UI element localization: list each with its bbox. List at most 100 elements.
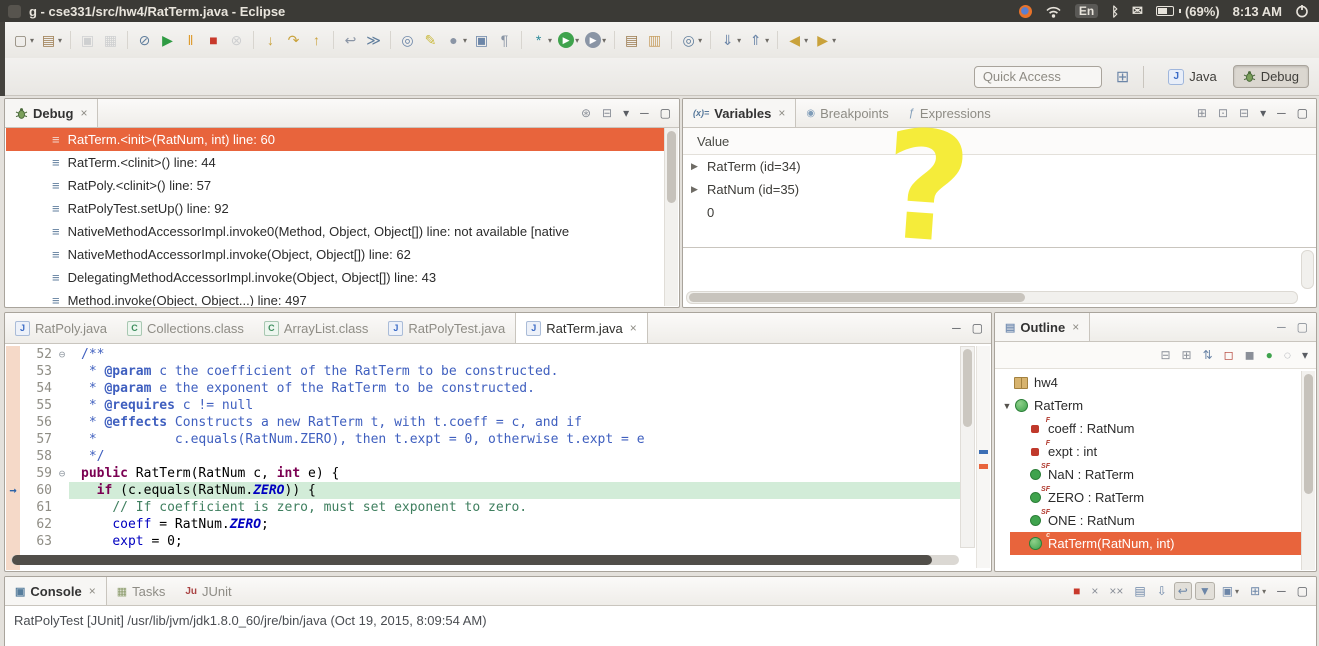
tab-debug[interactable]: Debug ×	[5, 99, 99, 127]
code-line[interactable]: → 60 if (c.equals(RatNum.ZERO)) {	[6, 482, 960, 499]
show-logical-structure-button[interactable]: ⊡	[1214, 104, 1232, 122]
marker-bar[interactable]	[6, 380, 20, 397]
outline-item[interactable]: coeff : RatNum	[996, 417, 1302, 440]
stack-frame[interactable]: ≡ Method.invoke(Object, Object...) line: …	[6, 289, 665, 306]
marker-bar[interactable]	[6, 533, 20, 550]
marker-bar[interactable]	[6, 448, 20, 465]
overview-marker-orange[interactable]	[979, 464, 988, 469]
variable-row[interactable]: 0	[683, 201, 1316, 224]
editor-tab-collections-class[interactable]: C Collections.class	[117, 313, 254, 343]
outline-item[interactable]: expt : int	[996, 440, 1302, 463]
minimize-button[interactable]: ─	[1273, 582, 1290, 600]
terminate-button[interactable]: ■	[1069, 582, 1084, 600]
code-line[interactable]: 52 ⊖ /**	[6, 346, 960, 363]
quick-access-input[interactable]: Quick Access	[973, 65, 1102, 88]
close-icon[interactable]: ×	[89, 584, 96, 598]
debug-scrollbar[interactable]	[664, 128, 678, 306]
pin-editor-button[interactable]: ▣	[470, 28, 493, 52]
save-button[interactable]: ▣	[76, 28, 99, 52]
tab-variables[interactable]: (x)= Variables ×	[683, 99, 797, 127]
marker-bar[interactable]	[6, 431, 20, 448]
expand-all-button[interactable]: ⊞	[1178, 346, 1196, 364]
console-output[interactable]: RatPolyTest [JUnit] /usr/lib/jvm/jdk1.8.…	[6, 606, 1315, 646]
code-line[interactable]: 56 * @effects Constructs a new RatTerm t…	[6, 414, 960, 431]
remove-all-terminated-button[interactable]: ××	[1105, 582, 1127, 600]
tab-expressions[interactable]: ƒ Expressions	[899, 99, 1001, 127]
marker-bar[interactable]	[6, 346, 20, 363]
editor-hscrollbar[interactable]	[11, 555, 959, 565]
minimize-button[interactable]: ─	[1273, 104, 1290, 122]
show-type-names-button[interactable]: ⊞	[1193, 104, 1211, 122]
maximize-button[interactable]: ▢	[1293, 582, 1312, 600]
collapse-all-button[interactable]: ⊟	[1156, 346, 1174, 364]
stack-frame[interactable]: ≡ RatPolyTest.setUp() line: 92	[6, 197, 665, 220]
value-column-header[interactable]: Value	[683, 128, 1316, 155]
window-menu-icon[interactable]	[8, 4, 21, 18]
session-indicator[interactable]	[1295, 4, 1309, 18]
code-editor[interactable]: 52 ⊖/** 53 * @param c the coefficient of t…	[6, 344, 990, 570]
tab-console[interactable]: ▣ Console ×	[5, 577, 107, 605]
code-line[interactable]: 59 ⊖ public RatTerm(RatNum c, int e) {	[6, 465, 960, 482]
open-search-dialog-button[interactable]: ◎	[396, 28, 419, 52]
stack-frame[interactable]: ≡ RatTerm.<init>(RatNum, int) line: 60	[6, 128, 665, 151]
detail-hscrollbar[interactable]	[686, 291, 1298, 304]
open-type-button[interactable]: ▤	[620, 28, 643, 52]
back-button[interactable]: ◀ ▾	[783, 28, 811, 52]
tab-outline[interactable]: ▤ Outline ×	[995, 313, 1091, 341]
stack-frame[interactable]: ≡ RatTerm.<clinit>() line: 44	[6, 151, 665, 174]
display-selected-console-button[interactable]: ▣ ▾	[1218, 582, 1243, 600]
perspective-debug[interactable]: Debug	[1232, 65, 1309, 88]
network-indicator[interactable]	[1045, 5, 1062, 18]
code-line[interactable]: 57 * c.equals(RatNum.ZERO), then t.expt …	[6, 431, 960, 448]
forward-button[interactable]: ▶ ▾	[811, 28, 839, 52]
view-menu-button[interactable]: ▾	[1256, 104, 1270, 122]
use-step-filters-button[interactable]: ≫	[362, 28, 385, 52]
stack-frame[interactable]: ≡ RatPoly.<clinit>() line: 57	[6, 174, 665, 197]
run-button[interactable]: ▶ ▾	[555, 28, 582, 52]
variable-row[interactable]: ▶ RatNum (id=35)	[683, 178, 1316, 201]
terminate-button[interactable]: ■	[202, 28, 225, 52]
remove-launch-button[interactable]: ×	[1087, 582, 1102, 600]
stack-frame[interactable]: ≡ NativeMethodAccessorImpl.invoke(Object,…	[6, 243, 665, 266]
code-line[interactable]: 54 * @param e the exponent of the RatTer…	[6, 380, 960, 397]
editor-tab-ratpoly-java[interactable]: J RatPoly.java	[5, 313, 117, 343]
marker-bar[interactable]	[6, 363, 20, 380]
close-icon[interactable]: ×	[1072, 320, 1079, 334]
sort-button[interactable]: ⇅	[1199, 346, 1217, 364]
view-menu-button[interactable]: ▾	[619, 104, 633, 122]
scrollbar-handle[interactable]	[12, 555, 932, 565]
outline-item[interactable]: ZERO : RatTerm	[996, 486, 1302, 509]
code-line[interactable]: 58 */	[6, 448, 960, 465]
overview-ruler[interactable]	[976, 346, 990, 568]
overview-marker-blue[interactable]	[979, 450, 988, 454]
scroll-lock-button[interactable]: ⇩	[1153, 582, 1171, 600]
battery-indicator[interactable]: (69%)	[1155, 4, 1220, 19]
view-menu-button[interactable]: ▾	[1298, 346, 1312, 364]
code-line[interactable]: 63 expt = 0;	[6, 533, 960, 550]
show-whitespace-button[interactable]: ¶	[493, 28, 516, 52]
stack-frame[interactable]: ≡ NativeMethodAccessorImpl.invoke0(Method…	[6, 220, 665, 243]
outline-item[interactable]: NaN : RatTerm	[996, 463, 1302, 486]
maximize-button[interactable]: ▢	[1293, 104, 1312, 122]
outline-item[interactable]: hw4	[996, 371, 1302, 394]
outline-item[interactable]: ONE : RatNum	[996, 509, 1302, 532]
word-wrap-button[interactable]: ↩	[1173, 582, 1192, 600]
open-console-button[interactable]: ⊞ ▾	[1246, 582, 1270, 600]
variable-detail-pane[interactable]	[683, 248, 1316, 307]
close-icon[interactable]: ×	[80, 106, 87, 120]
step-return-button[interactable]: ↑	[305, 28, 328, 52]
maximize-button[interactable]: ▢	[968, 319, 987, 337]
marker-bar[interactable]	[6, 516, 20, 533]
tab-junit[interactable]: Ju JUnit	[175, 577, 241, 605]
mark-occurrences-button[interactable]: ✎	[419, 28, 442, 52]
new-java-class-button[interactable]: * ▾	[527, 28, 555, 52]
tab-tasks[interactable]: ▦ Tasks	[107, 577, 176, 605]
scrollbar-handle[interactable]	[1304, 374, 1313, 494]
last-edit-location-button[interactable]: ● ▾	[442, 28, 470, 52]
suspend-button[interactable]: ‖	[179, 28, 202, 52]
hide-fields-button[interactable]: ◻	[1220, 346, 1238, 364]
maximize-button[interactable]: ▢	[1293, 318, 1312, 336]
maximize-button[interactable]: ▢	[656, 104, 675, 122]
drop-to-frame-button[interactable]: ↩	[339, 28, 362, 52]
code-line[interactable]: 53 * @param c the coefficient of the Rat…	[6, 363, 960, 380]
